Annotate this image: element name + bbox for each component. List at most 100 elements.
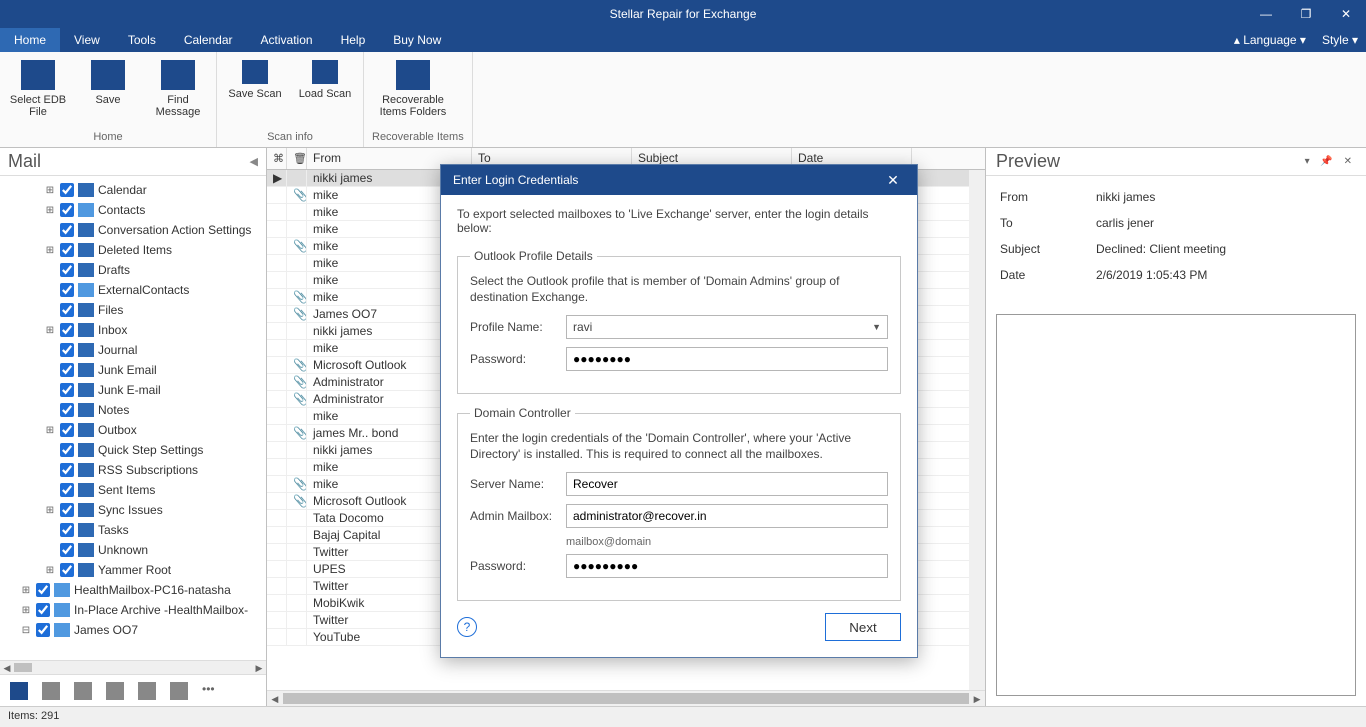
tree-item[interactable]: Unknown — [0, 540, 266, 560]
save-scan-button[interactable]: Save Scan — [225, 56, 285, 129]
tree-checkbox[interactable] — [60, 243, 74, 257]
language-menu[interactable]: ▴ Language ▾ — [1226, 28, 1314, 52]
tree-item[interactable]: ExternalContacts — [0, 280, 266, 300]
col-attachment[interactable]: ⌘ — [267, 148, 287, 169]
profile-name-combo[interactable]: ravi▼ — [566, 315, 888, 339]
tree-checkbox[interactable] — [60, 383, 74, 397]
next-button[interactable]: Next — [825, 613, 901, 641]
tree-item[interactable]: Junk Email — [0, 360, 266, 380]
tree-checkbox[interactable] — [60, 483, 74, 497]
menu-activation[interactable]: Activation — [247, 28, 327, 52]
folder-icon — [78, 383, 94, 397]
tree-item[interactable]: ⊞HealthMailbox-PC16-natasha — [0, 580, 266, 600]
tree-item[interactable]: ⊞Calendar — [0, 180, 266, 200]
help-icon[interactable]: ? — [457, 617, 477, 637]
folder-icon — [78, 283, 94, 297]
tree-checkbox[interactable] — [60, 503, 74, 517]
menu-calendar[interactable]: Calendar — [170, 28, 247, 52]
ribbon: Select EDB File Save Find Message Home S… — [0, 52, 1366, 148]
menu-tools[interactable]: Tools — [114, 28, 170, 52]
contacts-view-icon[interactable] — [74, 682, 92, 700]
preview-pane: Preview ▾ 📌 ✕ Fromnikki james Tocarlis j… — [986, 148, 1366, 706]
restore-button[interactable]: ❐ — [1286, 0, 1326, 28]
load-scan-button[interactable]: Load Scan — [295, 56, 355, 129]
tree-item[interactable]: ⊞Deleted Items — [0, 240, 266, 260]
folder-icon — [78, 463, 94, 477]
recoverable-folders-button[interactable]: Recoverable Items Folders — [372, 56, 454, 129]
tree-item[interactable]: RSS Subscriptions — [0, 460, 266, 480]
tree-item[interactable]: ⊟James OO7 — [0, 620, 266, 640]
col-delete[interactable]: 🗑 — [287, 148, 307, 169]
tasks-view-icon[interactable] — [106, 682, 124, 700]
tree-hscroll[interactable]: ◀▶ — [0, 660, 266, 674]
tree-checkbox[interactable] — [60, 343, 74, 357]
menu-buynow[interactable]: Buy Now — [379, 28, 455, 52]
tree-item[interactable]: Quick Step Settings — [0, 440, 266, 460]
folder-tree[interactable]: ⊞Calendar⊞ContactsConversation Action Se… — [0, 176, 266, 660]
tree-item[interactable]: ⊞Sync Issues — [0, 500, 266, 520]
tree-item[interactable]: Tasks — [0, 520, 266, 540]
tree-checkbox[interactable] — [60, 223, 74, 237]
preview-body — [996, 314, 1356, 696]
tree-item[interactable]: ⊞Yammer Root — [0, 560, 266, 580]
save-button[interactable]: Save — [78, 56, 138, 129]
folder-icon — [78, 563, 94, 577]
profile-password-input[interactable] — [566, 347, 888, 371]
tree-checkbox[interactable] — [60, 203, 74, 217]
preview-from: nikki james — [1096, 190, 1155, 204]
notes-view-icon[interactable] — [138, 682, 156, 700]
tree-item[interactable]: Notes — [0, 400, 266, 420]
tree-item[interactable]: ⊞In-Place Archive -HealthMailbox- — [0, 600, 266, 620]
dialog-header[interactable]: Enter Login Credentials ✕ — [441, 165, 917, 195]
tree-item[interactable]: ⊞Outbox — [0, 420, 266, 440]
tree-item[interactable]: Sent Items — [0, 480, 266, 500]
find-message-button[interactable]: Find Message — [148, 56, 208, 129]
tree-checkbox[interactable] — [60, 463, 74, 477]
select-edb-button[interactable]: Select EDB File — [8, 56, 68, 129]
folder-icon — [78, 203, 94, 217]
calendar-view-icon[interactable] — [42, 682, 60, 700]
style-menu[interactable]: Style ▾ — [1314, 28, 1366, 52]
grid-hscroll[interactable]: ◀▶ — [267, 690, 985, 706]
tree-checkbox[interactable] — [60, 363, 74, 377]
tree-checkbox[interactable] — [60, 403, 74, 417]
tree-checkbox[interactable] — [60, 263, 74, 277]
mail-tree-pane: Mail ◀ ⊞Calendar⊞ContactsConversation Ac… — [0, 148, 267, 706]
more-views-icon[interactable]: ••• — [202, 682, 215, 700]
server-name-input[interactable] — [566, 472, 888, 496]
admin-mailbox-input[interactable] — [566, 504, 888, 528]
minimize-button[interactable]: — — [1246, 0, 1286, 28]
tree-checkbox[interactable] — [60, 283, 74, 297]
tree-checkbox[interactable] — [60, 423, 74, 437]
tree-checkbox[interactable] — [60, 543, 74, 557]
tree-item[interactable]: Junk E-mail — [0, 380, 266, 400]
tree-item[interactable]: Drafts — [0, 260, 266, 280]
tree-checkbox[interactable] — [60, 183, 74, 197]
tree-checkbox[interactable] — [60, 303, 74, 317]
journal-view-icon[interactable] — [170, 682, 188, 700]
tree-checkbox[interactable] — [60, 323, 74, 337]
folder-icon — [78, 243, 94, 257]
tree-checkbox[interactable] — [36, 583, 50, 597]
domain-password-input[interactable] — [566, 554, 888, 578]
tree-item[interactable]: Conversation Action Settings — [0, 220, 266, 240]
dialog-close-button[interactable]: ✕ — [881, 172, 905, 189]
tree-checkbox[interactable] — [60, 443, 74, 457]
folder-icon — [78, 483, 94, 497]
tree-checkbox[interactable] — [60, 563, 74, 577]
tree-checkbox[interactable] — [36, 603, 50, 617]
tree-item[interactable]: ⊞Contacts — [0, 200, 266, 220]
mail-view-icon[interactable] — [10, 682, 28, 700]
preview-pane-controls[interactable]: ▾ 📌 ✕ — [1305, 156, 1356, 167]
tree-item[interactable]: Journal — [0, 340, 266, 360]
collapse-pane-button[interactable]: ◀ — [250, 155, 258, 168]
grid-vscroll[interactable] — [969, 170, 985, 690]
menu-view[interactable]: View — [60, 28, 114, 52]
menu-help[interactable]: Help — [327, 28, 380, 52]
close-button[interactable]: ✕ — [1326, 0, 1366, 28]
tree-item[interactable]: ⊞Inbox — [0, 320, 266, 340]
menu-home[interactable]: Home — [0, 28, 60, 52]
tree-item[interactable]: Files — [0, 300, 266, 320]
tree-checkbox[interactable] — [60, 523, 74, 537]
tree-checkbox[interactable] — [36, 623, 50, 637]
